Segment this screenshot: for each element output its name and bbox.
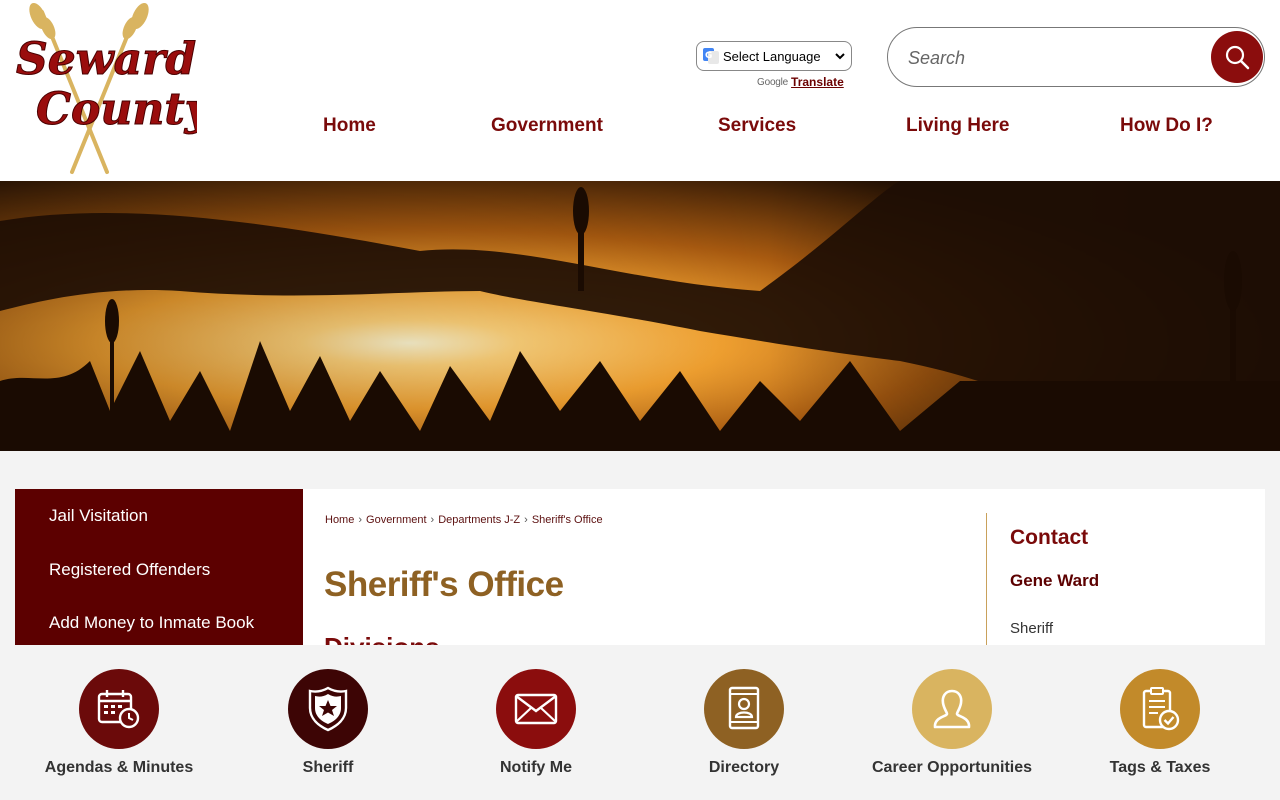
sidebar-nav: Jail Visitation Registered Offenders Add… (15, 489, 303, 645)
clipboard-check-icon (1120, 669, 1200, 749)
translate-link[interactable]: Translate (791, 75, 844, 89)
search-input[interactable] (908, 42, 1208, 74)
directory-book-icon (704, 669, 784, 749)
seward-county-logo[interactable]: Seward County (12, 2, 214, 178)
chevron-down-icon (835, 53, 845, 60)
svg-text:G: G (705, 51, 712, 61)
quick-link-label: Sheriff (302, 759, 354, 776)
quick-links-bar: Agendas & Minutes Sheriff Notify Me Dire… (0, 645, 1280, 800)
nav-how-do-i[interactable]: How Do I? (1120, 115, 1213, 137)
svg-text:Seward: Seward (16, 34, 196, 85)
powered-by-google: Google Translate (757, 75, 844, 89)
quick-link-label: Directory (708, 759, 780, 776)
calendar-clock-icon (79, 669, 159, 749)
page-title: Sheriff's Office (324, 565, 564, 604)
nav-government[interactable]: Government (491, 115, 603, 137)
nav-home[interactable]: Home (323, 115, 376, 137)
search-icon (1225, 45, 1250, 70)
quick-link-agendas-minutes[interactable]: Agendas & Minutes (19, 669, 219, 777)
envelope-icon (496, 669, 576, 749)
google-wordmark: Google (757, 76, 789, 88)
contact-heading: Contact (1010, 526, 1089, 549)
person-icon (912, 669, 992, 749)
sidebar-item-jail-visitation[interactable]: Jail Visitation (49, 506, 148, 526)
main-content: Home › Government › Departments J-Z › Sh… (303, 489, 1265, 645)
breadcrumb-separator: › (358, 514, 363, 526)
sheriff-badge-icon (288, 669, 368, 749)
breadcrumb: Home › Government › Departments J-Z › Sh… (325, 514, 603, 526)
breadcrumb-departments[interactable]: Departments J-Z (438, 514, 520, 526)
google-translate-icon: G (703, 48, 719, 64)
quick-link-notify-me[interactable]: Notify Me (436, 669, 636, 777)
language-select-label: Select Language (723, 48, 821, 64)
quick-link-career-opportunities[interactable]: Career Opportunities (852, 669, 1052, 777)
search-button[interactable] (1211, 31, 1263, 83)
hero-banner-image (0, 181, 1280, 451)
nav-living-here[interactable]: Living Here (906, 115, 1009, 137)
quick-link-label: Career Opportunities (871, 759, 1033, 776)
contact-role: Sheriff (1010, 620, 1054, 637)
quick-link-label: Agendas & Minutes (44, 759, 194, 776)
main-navigation: Home Government Services Living Here How… (0, 115, 1280, 145)
quick-link-directory[interactable]: Directory (644, 669, 844, 777)
breadcrumb-government[interactable]: Government (366, 514, 427, 526)
quick-link-label: Tags & Taxes (1109, 759, 1211, 776)
search-box (887, 27, 1265, 87)
nav-services[interactable]: Services (718, 115, 796, 137)
contact-name: Gene Ward (1010, 571, 1100, 590)
quick-link-tags-taxes[interactable]: Tags & Taxes (1060, 669, 1260, 777)
quick-link-label: Notify Me (500, 759, 572, 776)
site-header: Seward County G Select Language Google T… (0, 0, 1280, 181)
breadcrumb-home[interactable]: Home (325, 514, 354, 526)
column-divider (986, 513, 987, 645)
breadcrumb-separator: › (524, 514, 528, 526)
quick-link-sheriff[interactable]: Sheriff (228, 669, 428, 777)
language-select[interactable]: G Select Language (696, 41, 852, 71)
breadcrumb-current[interactable]: Sheriff's Office (532, 514, 603, 526)
section-heading: Divisions (324, 632, 440, 645)
sidebar-item-registered-offenders[interactable]: Registered Offenders (49, 560, 210, 580)
breadcrumb-separator: › (430, 514, 435, 526)
sidebar-item-add-money-inmate-book[interactable]: Add Money to Inmate Book (49, 613, 254, 633)
